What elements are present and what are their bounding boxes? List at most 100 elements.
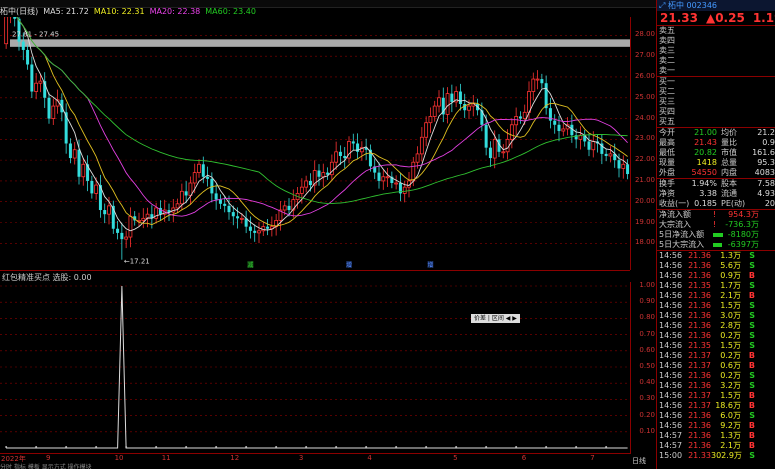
stock-title[interactable]: ⤢ 柘中 002346 (657, 0, 775, 11)
tick-row[interactable]: 14:56 21.36 1.3万 S (657, 251, 775, 261)
period-label[interactable]: 日线 (632, 456, 646, 466)
chart-legend: 柘中(日线) MA5: 21.72 MA10: 22.31 MA20: 22.3… (0, 6, 256, 17)
orderbook-row: 买三 (657, 97, 775, 107)
tick-row[interactable]: 14:56 21.36 0.2万 S (657, 371, 775, 381)
indicator-dot (575, 446, 578, 448)
candle-body (77, 149, 81, 177)
stat-value: 4083 (754, 168, 775, 177)
indicator-dot (65, 446, 68, 448)
tick-time: 14:57 (659, 431, 683, 440)
tick-time: 14:56 (659, 341, 683, 350)
candle-body (432, 105, 437, 117)
tick-row[interactable]: 14:56 21.37 0.2万 B (657, 351, 775, 361)
candle-body (411, 161, 416, 182)
low-price-annotation: ←17.21 (124, 258, 150, 266)
indicator-chart[interactable] (0, 282, 630, 454)
time-axis-label: 10 (114, 454, 124, 462)
candle-body (343, 155, 347, 159)
tick-time: 14:56 (659, 251, 683, 260)
candle-body (4, 17, 9, 45)
tick-row[interactable]: 14:57 21.36 2.1万 B (657, 441, 775, 451)
price-axis: 28.00 27.00 26.00 25.00 24.00 23.00 22.00 21.00… (630, 17, 657, 270)
tick-row[interactable]: 14:56 21.35 1.5万 S (657, 341, 775, 351)
candle-body (617, 160, 621, 169)
tick-row[interactable]: 14:56 21.36 3.2万 S (657, 381, 775, 391)
tick-time: 14:56 (659, 271, 683, 280)
tick-row[interactable]: 14:56 21.36 2.8万 S (657, 321, 775, 331)
tick-row[interactable]: 15:00 21.33 302.9万 S (657, 451, 775, 461)
stat-row: 最高 21.43 量比 0.9 (657, 138, 775, 148)
tick-volume: 1.3万 (720, 251, 741, 260)
orderbook-row: 买四 (657, 107, 775, 117)
tick-row[interactable]: 14:56 21.36 1.5万 S (657, 301, 775, 311)
flow-bar (713, 230, 725, 240)
event-marker: 减 (247, 261, 253, 269)
tick-side: S (749, 331, 755, 340)
candle-body (34, 82, 39, 92)
range-tool-button[interactable]: 价差 | 区间 ◀ ▶ (471, 314, 520, 323)
indicator-dot (365, 446, 368, 448)
candlestick-chart[interactable]: 30.5527.81 - 27.45←17.21减增增 (0, 17, 630, 270)
indicator-dot (305, 446, 308, 448)
tick-row[interactable]: 14:56 21.36 0.2万 S (657, 331, 775, 341)
price-axis-label: 28.00 (634, 30, 655, 39)
stat-label: 流通 (721, 189, 737, 198)
flow-bar-fill (713, 233, 723, 237)
candle-body (402, 186, 407, 194)
tick-time: 14:56 (659, 371, 683, 380)
flow-bar-fill (713, 243, 722, 247)
candle-body (488, 147, 492, 159)
tick-row[interactable]: 14:56 21.35 1.7万 S (657, 281, 775, 291)
tick-volume: 1.5万 (720, 301, 741, 310)
tick-row[interactable]: 14:56 21.37 1.5万 B (657, 391, 775, 401)
candle-body (236, 216, 240, 219)
quote-stats: 今开 21.00 均价 21.2 最高 21.43 量比 0.9 最低 20.82 市值 161.6 现… (657, 127, 775, 209)
candle-body (553, 120, 557, 125)
tick-row[interactable]: 14:56 21.37 0.6万 B (657, 361, 775, 371)
tick-time: 14:56 (659, 301, 683, 310)
tick-row[interactable]: 14:56 21.36 3.0万 S (657, 311, 775, 321)
candle-body (621, 163, 626, 169)
tick-row[interactable]: 14:57 21.36 1.3万 B (657, 431, 775, 441)
pane-divider (0, 270, 630, 271)
indicator-dot (215, 446, 218, 448)
candle-body (514, 116, 519, 126)
stat-label: 量比 (721, 138, 737, 147)
candle-body (467, 105, 471, 111)
candle-body (415, 153, 420, 163)
tick-row[interactable]: 14:56 21.36 9.2万 B (657, 421, 775, 431)
tick-row[interactable]: 14:56 21.36 5.6万 S (657, 261, 775, 271)
candle-body (591, 141, 596, 151)
tick-price: 21.35 (688, 281, 711, 290)
candle-body (231, 212, 235, 217)
tick-price: 21.36 (688, 381, 711, 390)
tick-side: B (748, 291, 755, 300)
tick-row[interactable]: 14:56 21.36 0.9万 B (657, 271, 775, 281)
candle-body (214, 193, 218, 200)
indicator-dot (125, 446, 128, 448)
candle-body (626, 164, 630, 175)
stat-value: 0.185 (694, 199, 717, 208)
stat-value: 1418 (696, 158, 717, 167)
candle-body (282, 205, 287, 211)
tick-side: B (748, 271, 755, 280)
tick-row[interactable]: 14:56 21.37 18.6万 B (657, 401, 775, 411)
tick-volume: 3.2万 (720, 381, 741, 390)
orderbook-row: 卖一 (657, 66, 775, 76)
resistance-zone (10, 39, 630, 47)
stat-value: 21.00 (694, 128, 717, 137)
tick-row[interactable]: 14:56 21.36 6.0万 S (657, 411, 775, 421)
price-axis-label: 24.00 (634, 113, 655, 122)
orderbook-row: 卖三 (657, 46, 775, 56)
tick-list[interactable]: 14:56 21.36 1.3万 S 14:56 21.36 5.6万 S 14:56 21.36… (657, 250, 775, 461)
tick-row[interactable]: 14:56 21.36 2.1万 B (657, 291, 775, 301)
tick-price: 21.37 (688, 401, 711, 410)
candle-body (351, 141, 355, 144)
tick-time: 14:56 (659, 381, 683, 390)
tick-price: 21.36 (688, 251, 711, 260)
bottom-tabs[interactable]: 分时 指标 模板 显示方式 操作模块 (0, 462, 656, 469)
stat-row: 净资 3.38 流通 4.93 (657, 189, 775, 199)
indicator-axis-label: 0.40 (639, 378, 655, 387)
price-axis-label: 22.00 (634, 155, 655, 164)
stat-value: 161.6 (752, 148, 775, 157)
